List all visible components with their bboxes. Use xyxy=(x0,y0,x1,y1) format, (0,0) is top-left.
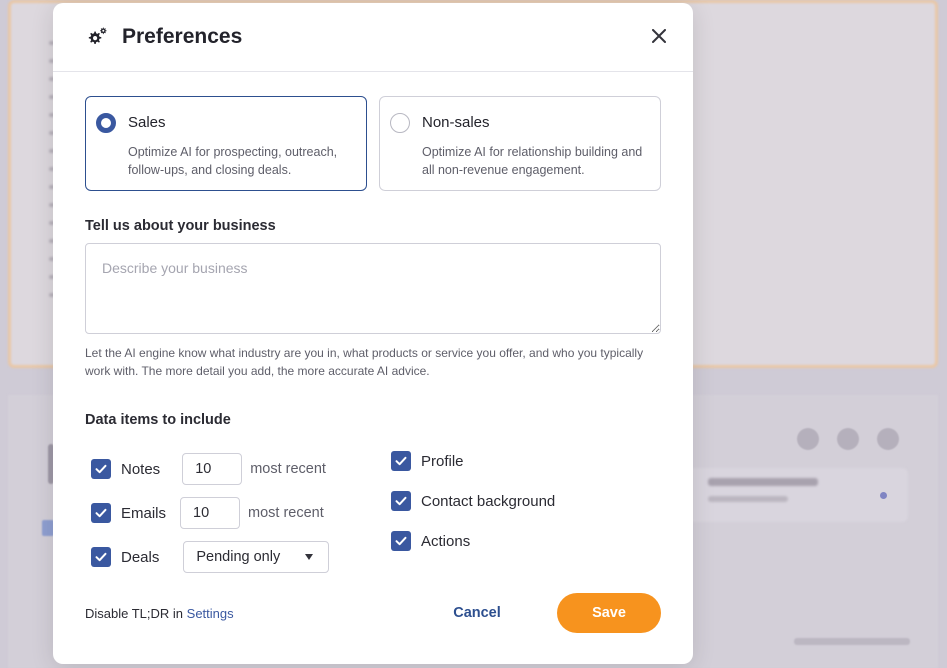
modal-title: Preferences xyxy=(122,25,243,48)
actions-checkbox[interactable] xyxy=(391,531,411,551)
modal-footer: Disable TL;DR in Settings Cancel Save xyxy=(85,593,661,633)
business-helper-text: Let the AI engine know what industry are… xyxy=(85,346,644,378)
modal-header: Preferences xyxy=(53,3,693,72)
deals-filter-select[interactable]: Pending only xyxy=(183,541,330,573)
emails-label: Emails xyxy=(121,504,167,522)
notes-checkbox[interactable] xyxy=(91,459,111,479)
deals-filter-value: Pending only xyxy=(196,549,281,565)
caret-down-icon xyxy=(305,554,314,560)
background-toolbar-icons xyxy=(797,428,899,450)
data-items-label: Data items to include xyxy=(85,412,231,428)
save-button[interactable]: Save xyxy=(557,593,661,633)
preferences-modal: Preferences Sales Optimize AI for prospe… xyxy=(53,3,693,664)
emails-checkbox[interactable] xyxy=(91,503,111,523)
settings-link[interactable]: Settings xyxy=(187,606,234,621)
notes-count-input[interactable] xyxy=(182,453,243,485)
background-dot xyxy=(880,492,887,499)
actions-label: Actions xyxy=(421,532,471,550)
contact-background-label: Contact background xyxy=(421,492,556,510)
data-items-grid: Notes most recent Emails most recent Dea… xyxy=(85,428,661,578)
option-non-sales-title: Non-sales xyxy=(422,114,490,131)
option-sales[interactable]: Sales Optimize AI for prospecting, outre… xyxy=(85,96,367,191)
data-item-profile: Profile xyxy=(391,451,464,471)
profile-label: Profile xyxy=(421,452,464,470)
data-item-actions: Actions xyxy=(391,531,470,551)
background-company-card xyxy=(688,468,908,522)
profile-checkbox[interactable] xyxy=(391,451,411,471)
notes-label: Notes xyxy=(121,460,161,478)
notes-suffix: most recent xyxy=(250,461,326,477)
close-icon[interactable] xyxy=(649,26,669,46)
disable-tldr-label: Disable TL;DR in xyxy=(85,605,184,621)
gear-icon xyxy=(85,25,109,49)
deals-checkbox[interactable] xyxy=(91,547,111,567)
emails-count-input[interactable] xyxy=(180,497,241,529)
deals-label: Deals xyxy=(121,548,160,566)
radio-sales[interactable] xyxy=(96,113,116,133)
option-sales-title: Sales xyxy=(128,114,166,131)
contact-background-checkbox[interactable] xyxy=(391,491,411,511)
mode-options: Sales Optimize AI for prospecting, outre… xyxy=(85,96,661,191)
option-non-sales-description: Optimize AI for relationship building an… xyxy=(422,145,643,177)
data-item-deals: Deals Pending only xyxy=(91,541,330,573)
cancel-button[interactable]: Cancel xyxy=(447,593,507,633)
business-description-input[interactable] xyxy=(85,243,661,334)
disable-tldr-text: Disable TL;DR in Settings xyxy=(85,606,234,621)
data-item-contact-background: Contact background xyxy=(391,491,555,511)
modal-body: Sales Optimize AI for prospecting, outre… xyxy=(53,72,693,578)
radio-non-sales[interactable] xyxy=(390,113,410,133)
option-sales-description: Optimize AI for prospecting, outreach, f… xyxy=(128,145,338,177)
background-date xyxy=(794,638,910,645)
option-non-sales[interactable]: Non-sales Optimize AI for relationship b… xyxy=(379,96,661,191)
business-label: Tell us about your business xyxy=(85,218,276,234)
data-item-emails: Emails most recent xyxy=(91,497,324,529)
data-item-notes: Notes most recent xyxy=(91,453,326,485)
emails-suffix: most recent xyxy=(248,505,324,521)
